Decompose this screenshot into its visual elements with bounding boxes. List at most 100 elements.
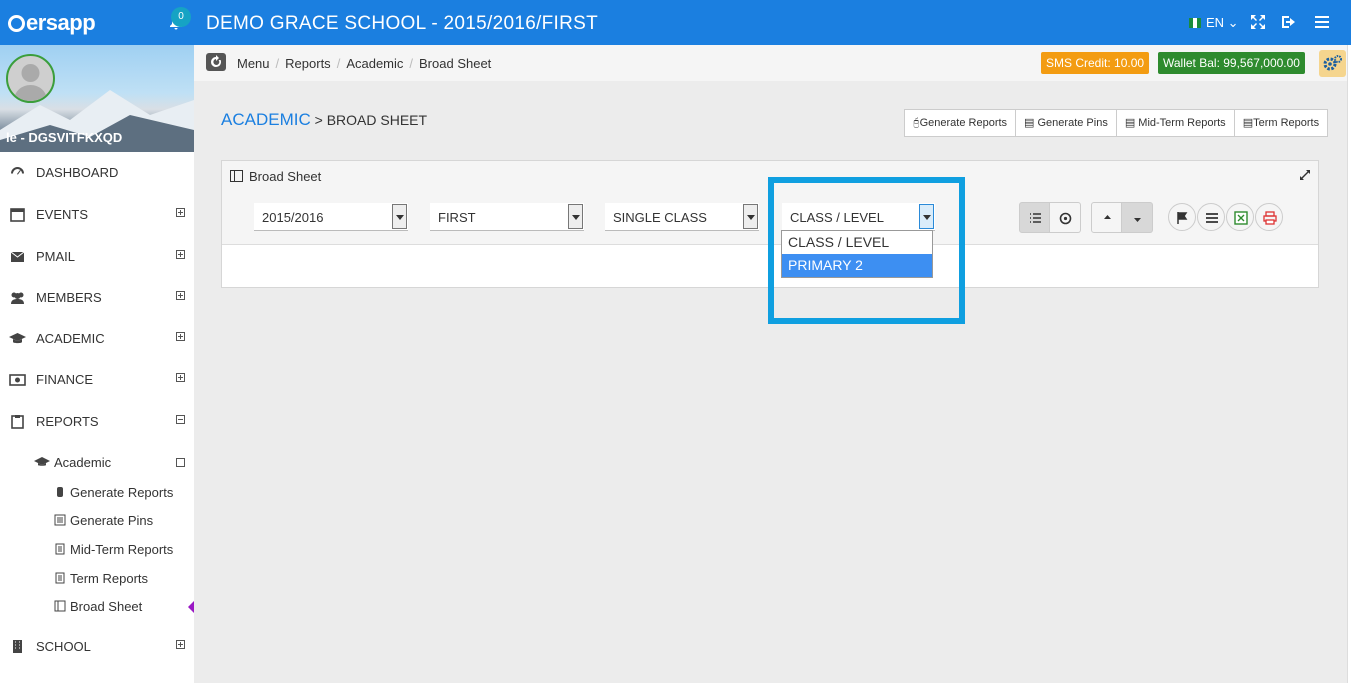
avatar[interactable] [6, 54, 55, 103]
sms-credit-badge[interactable]: SMS Credit: 10.00 [1041, 52, 1150, 74]
mode-select-value: SINGLE CLASS [613, 210, 707, 225]
columns-icon [230, 170, 243, 182]
compass-icon [1059, 212, 1072, 225]
breadcrumb-broad-sheet: Broad Sheet [419, 56, 492, 71]
columns-icon [54, 600, 66, 612]
sidebar-item-events[interactable]: EVENTS [0, 200, 194, 230]
sidebar-subitem-label: Academic [54, 455, 112, 470]
session-select[interactable]: 2015/2016 [254, 203, 408, 231]
fullscreen-icon[interactable] [1249, 13, 1267, 31]
compass-view-button[interactable] [1050, 202, 1081, 233]
sidebar-item-label: REPORTS [36, 414, 99, 429]
building-icon [13, 640, 22, 653]
device-icon [57, 487, 63, 497]
highlight-box [768, 177, 965, 324]
menu-button[interactable] [1197, 203, 1225, 231]
expand-icon[interactable] [176, 291, 185, 300]
sidebar-item-school[interactable]: SCHOOL [0, 632, 194, 662]
app-logo[interactable]: ersapp [8, 10, 96, 36]
generate-pins-button[interactable]: ▤ Generate Pins [1016, 110, 1117, 136]
chevron-down-icon[interactable] [568, 204, 583, 229]
expand-icon[interactable] [176, 332, 185, 341]
expand-icon[interactable] [176, 373, 185, 382]
print-icon [1263, 211, 1277, 225]
page-title-section: ACADEMIC [221, 110, 311, 129]
report-actions-group: 🖯Generate Reports ▤ Generate Pins ▤ Mid-… [904, 109, 1329, 137]
session-select-value: 2015/2016 [262, 210, 324, 225]
top-bar: ersapp 0 DEMO GRACE SCHOOL - 2015/2016/F… [0, 0, 1351, 45]
sidebar-item-label: DASHBOARD [36, 165, 119, 180]
export-excel-button[interactable] [1226, 203, 1254, 231]
document-icon [55, 543, 65, 555]
notification-badge[interactable]: 0 [171, 7, 191, 27]
profile-name: le - DGSVITFKXQD [6, 130, 123, 145]
page-scrollbar[interactable] [1347, 45, 1351, 683]
clipboard-icon [11, 415, 24, 429]
profile-card: le - DGSVITFKXQD [0, 45, 194, 152]
collapse-icon[interactable] [176, 458, 185, 467]
wallet-balance-badge[interactable]: Wallet Bal: 99,567,000.00 [1158, 52, 1305, 74]
sidebar-item-reports[interactable]: REPORTS [0, 407, 194, 437]
sidebar-subitem-label: Broad Sheet [70, 599, 143, 614]
term-select-value: FIRST [438, 210, 476, 225]
calendar-icon [10, 208, 25, 222]
app-title: DEMO GRACE SCHOOL - 2015/2016/FIRST [206, 13, 599, 34]
sidebar-item-pmail[interactable]: PMAIL [0, 242, 194, 272]
sidebar-item-dashboard[interactable]: DASHBOARD [0, 158, 194, 188]
expand-icon[interactable] [176, 640, 185, 649]
sidebar-subitem-label: Generate Pins [70, 513, 154, 528]
list-ordered-icon [1030, 213, 1041, 223]
flag-icon [1177, 212, 1188, 224]
mid-term-reports-button[interactable]: ▤ Mid-Term Reports [1117, 110, 1235, 136]
list-view-button[interactable] [1019, 202, 1050, 233]
money-icon [9, 374, 26, 386]
expand-icon[interactable] [176, 250, 185, 259]
print-button[interactable] [1255, 203, 1283, 231]
sidebar-item-members[interactable]: MEMBERS [0, 283, 194, 313]
sidebar-subitem-label: Generate Reports [70, 485, 174, 500]
gears-icon [1323, 55, 1342, 71]
excel-icon [1234, 211, 1248, 225]
chevron-down-icon[interactable] [743, 204, 758, 229]
caret-down-icon [1134, 218, 1141, 222]
sidebar-item-label: SCHOOL [36, 639, 91, 654]
breadcrumb-menu[interactable]: Menu [237, 56, 270, 71]
sidebar-item-label: FINANCE [36, 372, 94, 387]
sort-up-button[interactable] [1091, 202, 1122, 233]
sidebar-item-finance[interactable]: FINANCE [0, 365, 194, 395]
refresh-button[interactable] [206, 53, 226, 71]
breadcrumb-academic[interactable]: Academic [346, 56, 403, 71]
expand-icon[interactable] [1299, 169, 1311, 181]
settings-button[interactable] [1319, 50, 1346, 77]
mode-select[interactable]: SINGLE CLASS [605, 203, 759, 231]
chevron-down-icon[interactable] [392, 204, 407, 229]
panel-title: Broad Sheet [249, 169, 322, 184]
list-icon [54, 514, 66, 526]
sidebar-subitem-label: Mid-Term Reports [70, 542, 174, 557]
breadcrumb-reports[interactable]: Reports [285, 56, 331, 71]
page-title-subsection: > BROAD SHEET [310, 112, 428, 128]
breadcrumb: Menu / Reports / Academic / Broad Sheet [237, 56, 492, 71]
sidebar-item-label: PMAIL [36, 249, 76, 264]
sort-down-button[interactable] [1122, 202, 1153, 233]
caret-up-icon [1104, 215, 1111, 219]
nigeria-flag-icon[interactable] [1189, 18, 1201, 28]
sidebar-item-label: MEMBERS [36, 290, 102, 305]
refresh-icon [211, 55, 222, 67]
expand-icon[interactable] [176, 208, 185, 217]
active-item-marker [188, 601, 194, 613]
term-reports-button[interactable]: ▤Term Reports [1235, 110, 1327, 136]
hamburger-menu-icon[interactable] [1313, 13, 1331, 31]
term-select[interactable]: FIRST [430, 203, 584, 231]
sidebar-item-academic[interactable]: ACADEMIC [0, 324, 194, 354]
sidebar-subitem-label: Term Reports [70, 571, 149, 586]
logout-icon[interactable] [1280, 13, 1298, 31]
language-selector[interactable]: EN ⌄ [1206, 15, 1239, 31]
flag-button[interactable] [1168, 203, 1196, 231]
collapse-icon[interactable] [176, 415, 185, 424]
breadcrumb-bar: Menu / Reports / Academic / Broad Sheet SMS Cr… [194, 45, 1351, 81]
dashboard-icon [11, 167, 24, 175]
generate-reports-button[interactable]: 🖯Generate Reports [905, 110, 1017, 136]
sidebar-item-label: ACADEMIC [36, 331, 105, 346]
sidebar-subitem-academic[interactable]: Academic [34, 452, 189, 474]
